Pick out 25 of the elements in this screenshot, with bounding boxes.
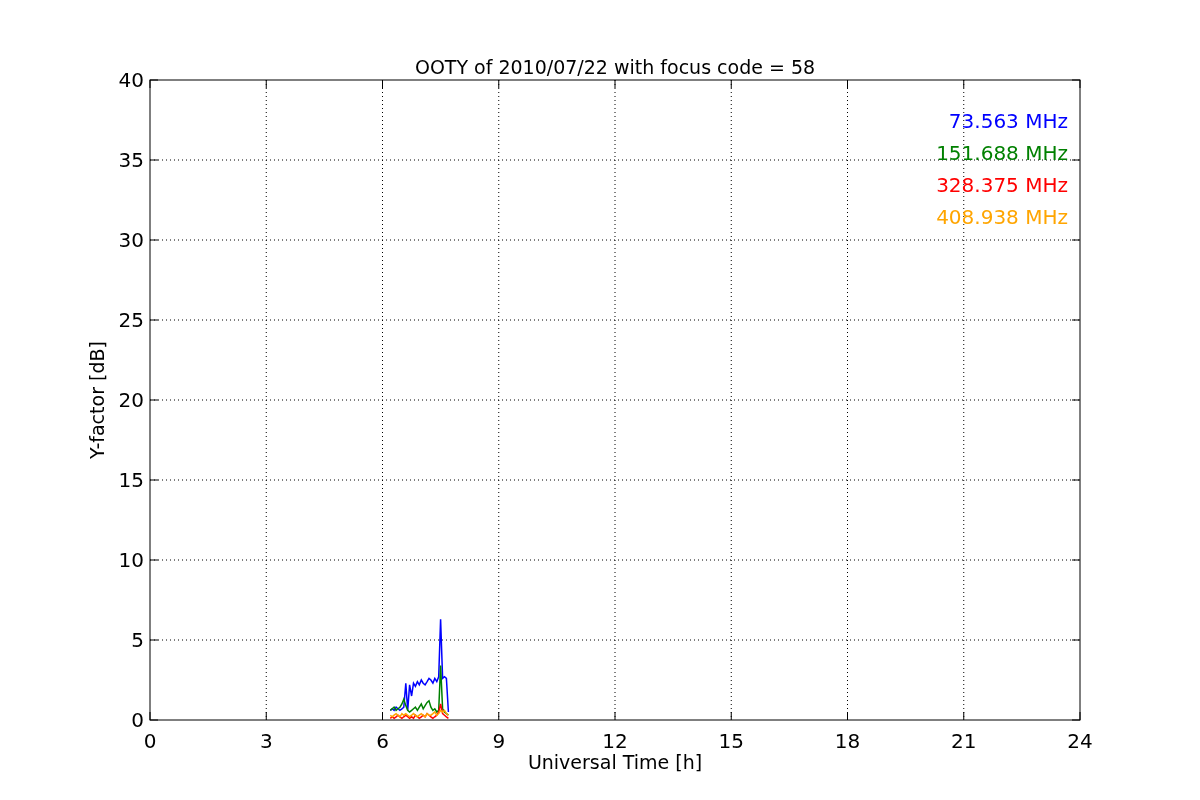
tick-label: 3: [259, 729, 273, 753]
tick-label: 25: [118, 308, 144, 332]
tick-label: 0: [143, 729, 157, 753]
tick-label: 12: [602, 729, 628, 753]
legend-label: 328.375 MHz: [936, 173, 1068, 197]
legend-label: 151.688 MHz: [936, 141, 1068, 165]
tick-label: 30: [118, 228, 144, 252]
tick-label: 15: [718, 729, 744, 753]
tick-label: 5: [131, 628, 144, 652]
tick-label: 40: [118, 68, 144, 92]
tick-label: 6: [376, 729, 389, 753]
tick-label: 9: [492, 729, 506, 753]
y-axis-label: Y-factor [dB]: [86, 341, 108, 459]
tick-label: 35: [118, 148, 144, 172]
x-axis-label: Universal Time [h]: [527, 751, 703, 773]
tick-label: 21: [951, 729, 977, 753]
tick-label: 10: [118, 548, 144, 572]
tick-label: 18: [834, 729, 861, 753]
tick-label: 15: [118, 468, 144, 492]
legend-label: 408.938 MHz: [936, 205, 1068, 229]
tick-label: 24: [1067, 729, 1093, 753]
legend-label: 73.563 MHz: [948, 109, 1068, 133]
tick-label: 20: [118, 388, 144, 412]
tick-label: 0: [131, 708, 144, 732]
chart-title: OOTY of 2010/07/22 with focus code = 58: [414, 56, 816, 78]
